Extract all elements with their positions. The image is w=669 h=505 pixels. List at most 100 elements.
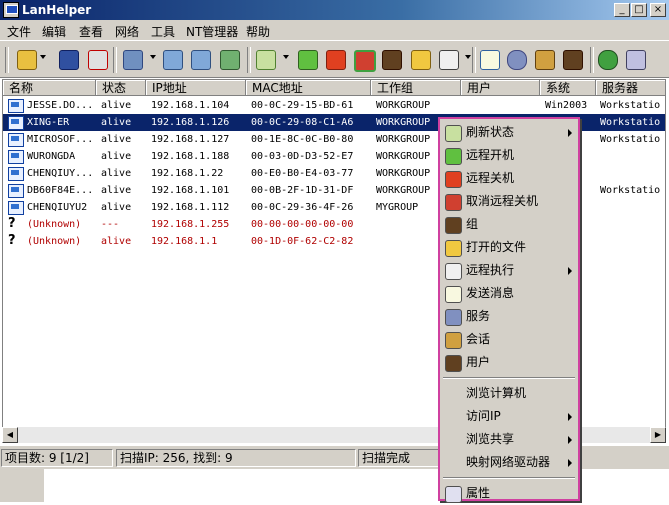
- send-message-icon: [445, 286, 462, 303]
- cell-ip: 192.168.1.127: [151, 134, 230, 145]
- sessions-icon[interactable]: [535, 50, 555, 70]
- cell-status: alive: [101, 236, 132, 247]
- minimize-button[interactable]: _: [614, 3, 630, 17]
- remote-exec-icon[interactable]: [439, 50, 459, 70]
- chevron-down-icon[interactable]: [465, 55, 471, 59]
- menu-help[interactable]: 帮助: [246, 23, 270, 40]
- save-icon[interactable]: [59, 50, 79, 70]
- context-menu-item[interactable]: 发送消息: [440, 282, 578, 305]
- computer-group-icon[interactable]: [163, 50, 183, 70]
- shutdown-icon[interactable]: [326, 50, 346, 70]
- toolbar-separator: [113, 47, 117, 73]
- cell-server: Workstatio: [600, 117, 661, 128]
- context-menu-item[interactable]: 远程开机: [440, 144, 578, 167]
- context-menu-item[interactable]: 服务: [440, 305, 578, 328]
- column-mac[interactable]: MAC地址: [246, 80, 371, 96]
- context-menu-label: 刷新状态: [466, 125, 515, 139]
- column-ip[interactable]: IP地址: [146, 80, 246, 96]
- scroll-right-icon[interactable]: ▶: [650, 427, 666, 443]
- context-menu-label: 远程开机: [466, 148, 515, 162]
- menu-separator: [443, 477, 575, 479]
- computer-icon: [8, 184, 24, 198]
- add-computer-icon[interactable]: [220, 50, 240, 70]
- toolbar-separator: [472, 47, 476, 73]
- computer-icon: [8, 167, 24, 181]
- menu-tools[interactable]: 工具: [151, 23, 175, 40]
- menu-edit[interactable]: 编辑: [42, 23, 66, 40]
- cell-ip: 192.168.1.104: [151, 100, 230, 111]
- unknown-host-icon: ?: [8, 216, 16, 231]
- column-user[interactable]: 用户: [461, 80, 540, 96]
- context-menu: 刷新状态远程开机远程关机取消远程关机组打开的文件 远程执行 发送消息 服务 会话 用户浏览…: [438, 117, 580, 503]
- cell-mac: 00-0B-2F-1D-31-DF: [251, 185, 354, 196]
- window-title: LanHelper: [22, 3, 92, 17]
- toolbar-separator: [247, 47, 251, 73]
- cell-mac: 00-0C-29-08-C1-A6: [251, 117, 354, 128]
- cell-status: alive: [101, 168, 132, 179]
- maximize-button[interactable]: □: [631, 3, 647, 17]
- cell-name: CHENQIUYU2: [27, 202, 88, 213]
- cell-os: Win2003: [545, 100, 588, 111]
- column-name[interactable]: 名称: [3, 80, 96, 96]
- open-files-icon[interactable]: [411, 50, 431, 70]
- context-menu-item[interactable]: 浏览计算机: [440, 382, 578, 405]
- chevron-down-icon[interactable]: [150, 55, 156, 59]
- users-icon[interactable]: [191, 50, 211, 70]
- column-os[interactable]: 系统: [540, 80, 596, 96]
- status-scan-result: 扫描IP: 256, 找到: 9: [116, 449, 356, 467]
- cell-mac: 00-0C-29-36-4F-26: [251, 202, 354, 213]
- context-menu-item[interactable]: 取消远程关机: [440, 190, 578, 213]
- close-button[interactable]: ×: [650, 3, 666, 17]
- title-bar[interactable]: LanHelper _ □ ×: [0, 0, 669, 20]
- column-server[interactable]: 服务器: [596, 80, 665, 96]
- context-menu-item[interactable]: 访问IP: [440, 405, 578, 428]
- list-header: 名称 状态 IP地址 MAC地址 工作组 用户 系统 服务器: [3, 80, 665, 96]
- cell-mac: 00-03-0D-D3-52-E7: [251, 151, 354, 162]
- cell-status: alive: [101, 100, 132, 111]
- key-icon[interactable]: [598, 50, 618, 70]
- context-menu-item[interactable]: 组: [440, 213, 578, 236]
- menu-nt-manager[interactable]: NT管理器: [186, 23, 238, 40]
- services-icon[interactable]: [507, 50, 527, 70]
- chevron-down-icon[interactable]: [283, 55, 289, 59]
- properties-icon[interactable]: [626, 50, 646, 70]
- table-row[interactable]: JESSE.DO... alive 192.168.1.104 00-0C-29-15…: [3, 97, 665, 114]
- wake-on-lan-icon[interactable]: [298, 50, 318, 70]
- menu-network[interactable]: 网络: [115, 23, 139, 40]
- context-menu-item[interactable]: 远程关机: [440, 167, 578, 190]
- cell-status: ---: [101, 219, 120, 230]
- menu-file[interactable]: 文件: [7, 23, 31, 40]
- context-menu-item[interactable]: 刷新状态: [440, 121, 578, 144]
- cancel-shutdown-icon[interactable]: [354, 50, 376, 72]
- chevron-down-icon[interactable]: [40, 55, 46, 59]
- user-icon[interactable]: [563, 50, 583, 70]
- menu-separator: [443, 377, 575, 379]
- submenu-arrow-icon: [568, 436, 572, 444]
- context-menu-label: 映射网络驱动器: [466, 455, 551, 469]
- cell-ip: 192.168.1.126: [151, 117, 230, 128]
- sessions-icon: [445, 332, 462, 349]
- context-menu-item[interactable]: 会话: [440, 328, 578, 351]
- context-menu-label: 取消远程关机: [466, 194, 539, 208]
- computer-icon: [8, 201, 24, 215]
- cell-server: Workstatio: [600, 100, 661, 111]
- refresh-icon[interactable]: [256, 50, 276, 70]
- network-scan-icon[interactable]: [123, 50, 143, 70]
- column-workgroup[interactable]: 工作组: [371, 80, 461, 96]
- context-menu-item[interactable]: 映射网络驱动器: [440, 451, 578, 474]
- menu-view[interactable]: 查看: [79, 23, 103, 40]
- scroll-left-icon[interactable]: ◀: [2, 427, 18, 443]
- context-menu-item[interactable]: 远程执行: [440, 259, 578, 282]
- send-message-icon[interactable]: [480, 50, 500, 70]
- delete-icon[interactable]: [88, 50, 108, 70]
- context-menu-item[interactable]: 用户: [440, 351, 578, 374]
- properties-icon: [445, 486, 462, 503]
- open-folder-icon[interactable]: [17, 50, 37, 70]
- cell-workgroup: WORKGROUP: [376, 100, 431, 111]
- context-menu-item[interactable]: 打开的文件: [440, 236, 578, 259]
- toolbar: [0, 40, 669, 78]
- column-status[interactable]: 状态: [96, 80, 146, 96]
- group-icon[interactable]: [382, 50, 402, 70]
- computer-icon: [8, 116, 24, 130]
- context-menu-item[interactable]: 浏览共享: [440, 428, 578, 451]
